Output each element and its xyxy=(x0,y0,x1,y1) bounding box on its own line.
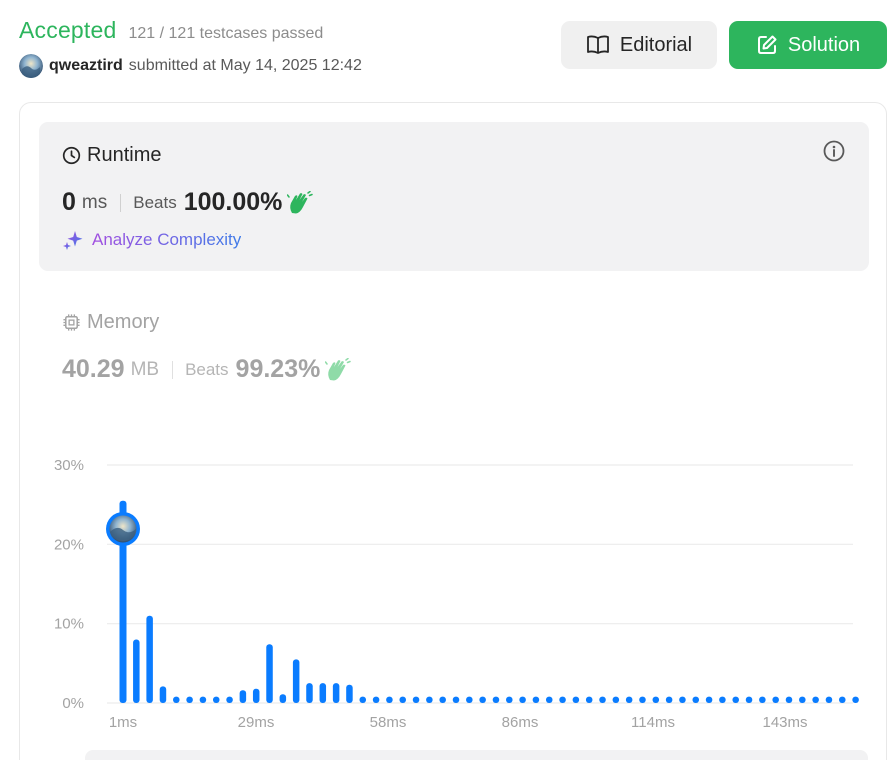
clock-icon xyxy=(62,146,81,165)
runtime-panel[interactable]: Runtime 0 ms Beats 100.00% Analyze Compl… xyxy=(39,122,869,271)
solution-label: Solution xyxy=(787,33,861,56)
memory-unit: MB xyxy=(130,358,160,380)
avatar[interactable] xyxy=(19,54,43,78)
memory-stats: 40.29 MB Beats 99.23% xyxy=(62,355,352,384)
memory-beats-percent: 99.23% xyxy=(235,355,321,383)
memory-beats-label: Beats xyxy=(185,359,229,379)
analyze-label: Analyze Complexity xyxy=(92,230,242,249)
performance-card: Runtime 0 ms Beats 100.00% Analyze Compl… xyxy=(19,102,887,760)
editorial-button[interactable]: Editorial xyxy=(561,21,717,69)
testcases-passed: 121 / 121 testcases passed xyxy=(128,25,324,42)
runtime-stats: 0 ms Beats 100.00% xyxy=(62,188,314,217)
sparkle-icon xyxy=(63,231,83,250)
editorial-label: Editorial xyxy=(619,33,693,56)
runtime-unit: ms xyxy=(81,191,108,213)
memory-value: 40.29 xyxy=(62,355,125,383)
memory-header[interactable]: Memory xyxy=(62,311,159,334)
runtime-beats-label: Beats xyxy=(133,192,177,212)
submitter-row: qweaztird submitted at May 14, 2025 12:4… xyxy=(19,54,362,78)
solution-button[interactable]: Solution xyxy=(729,21,887,69)
info-icon[interactable] xyxy=(823,140,845,162)
username-link[interactable]: qweaztird xyxy=(49,57,123,75)
runtime-value: 0 xyxy=(62,188,76,216)
runtime-beats-percent: 100.00% xyxy=(183,188,283,216)
submission-status: Accepted 121 / 121 testcases passed xyxy=(19,17,323,44)
clapping-hands-icon xyxy=(287,190,314,213)
divider xyxy=(172,360,174,379)
memory-title: Memory xyxy=(87,311,160,333)
code-panel-edge xyxy=(85,750,868,760)
runtime-header: Runtime xyxy=(62,144,161,167)
edit-icon xyxy=(757,35,777,54)
book-icon xyxy=(586,35,609,54)
submitted-timestamp: submitted at May 14, 2025 12:42 xyxy=(128,57,362,74)
chip-icon xyxy=(63,314,80,331)
clapping-hands-icon xyxy=(325,357,352,380)
status-title: Accepted xyxy=(19,17,117,43)
analyze-complexity-link[interactable]: Analyze Complexity xyxy=(62,229,241,251)
runtime-title: Runtime xyxy=(87,144,162,166)
divider xyxy=(120,193,122,212)
